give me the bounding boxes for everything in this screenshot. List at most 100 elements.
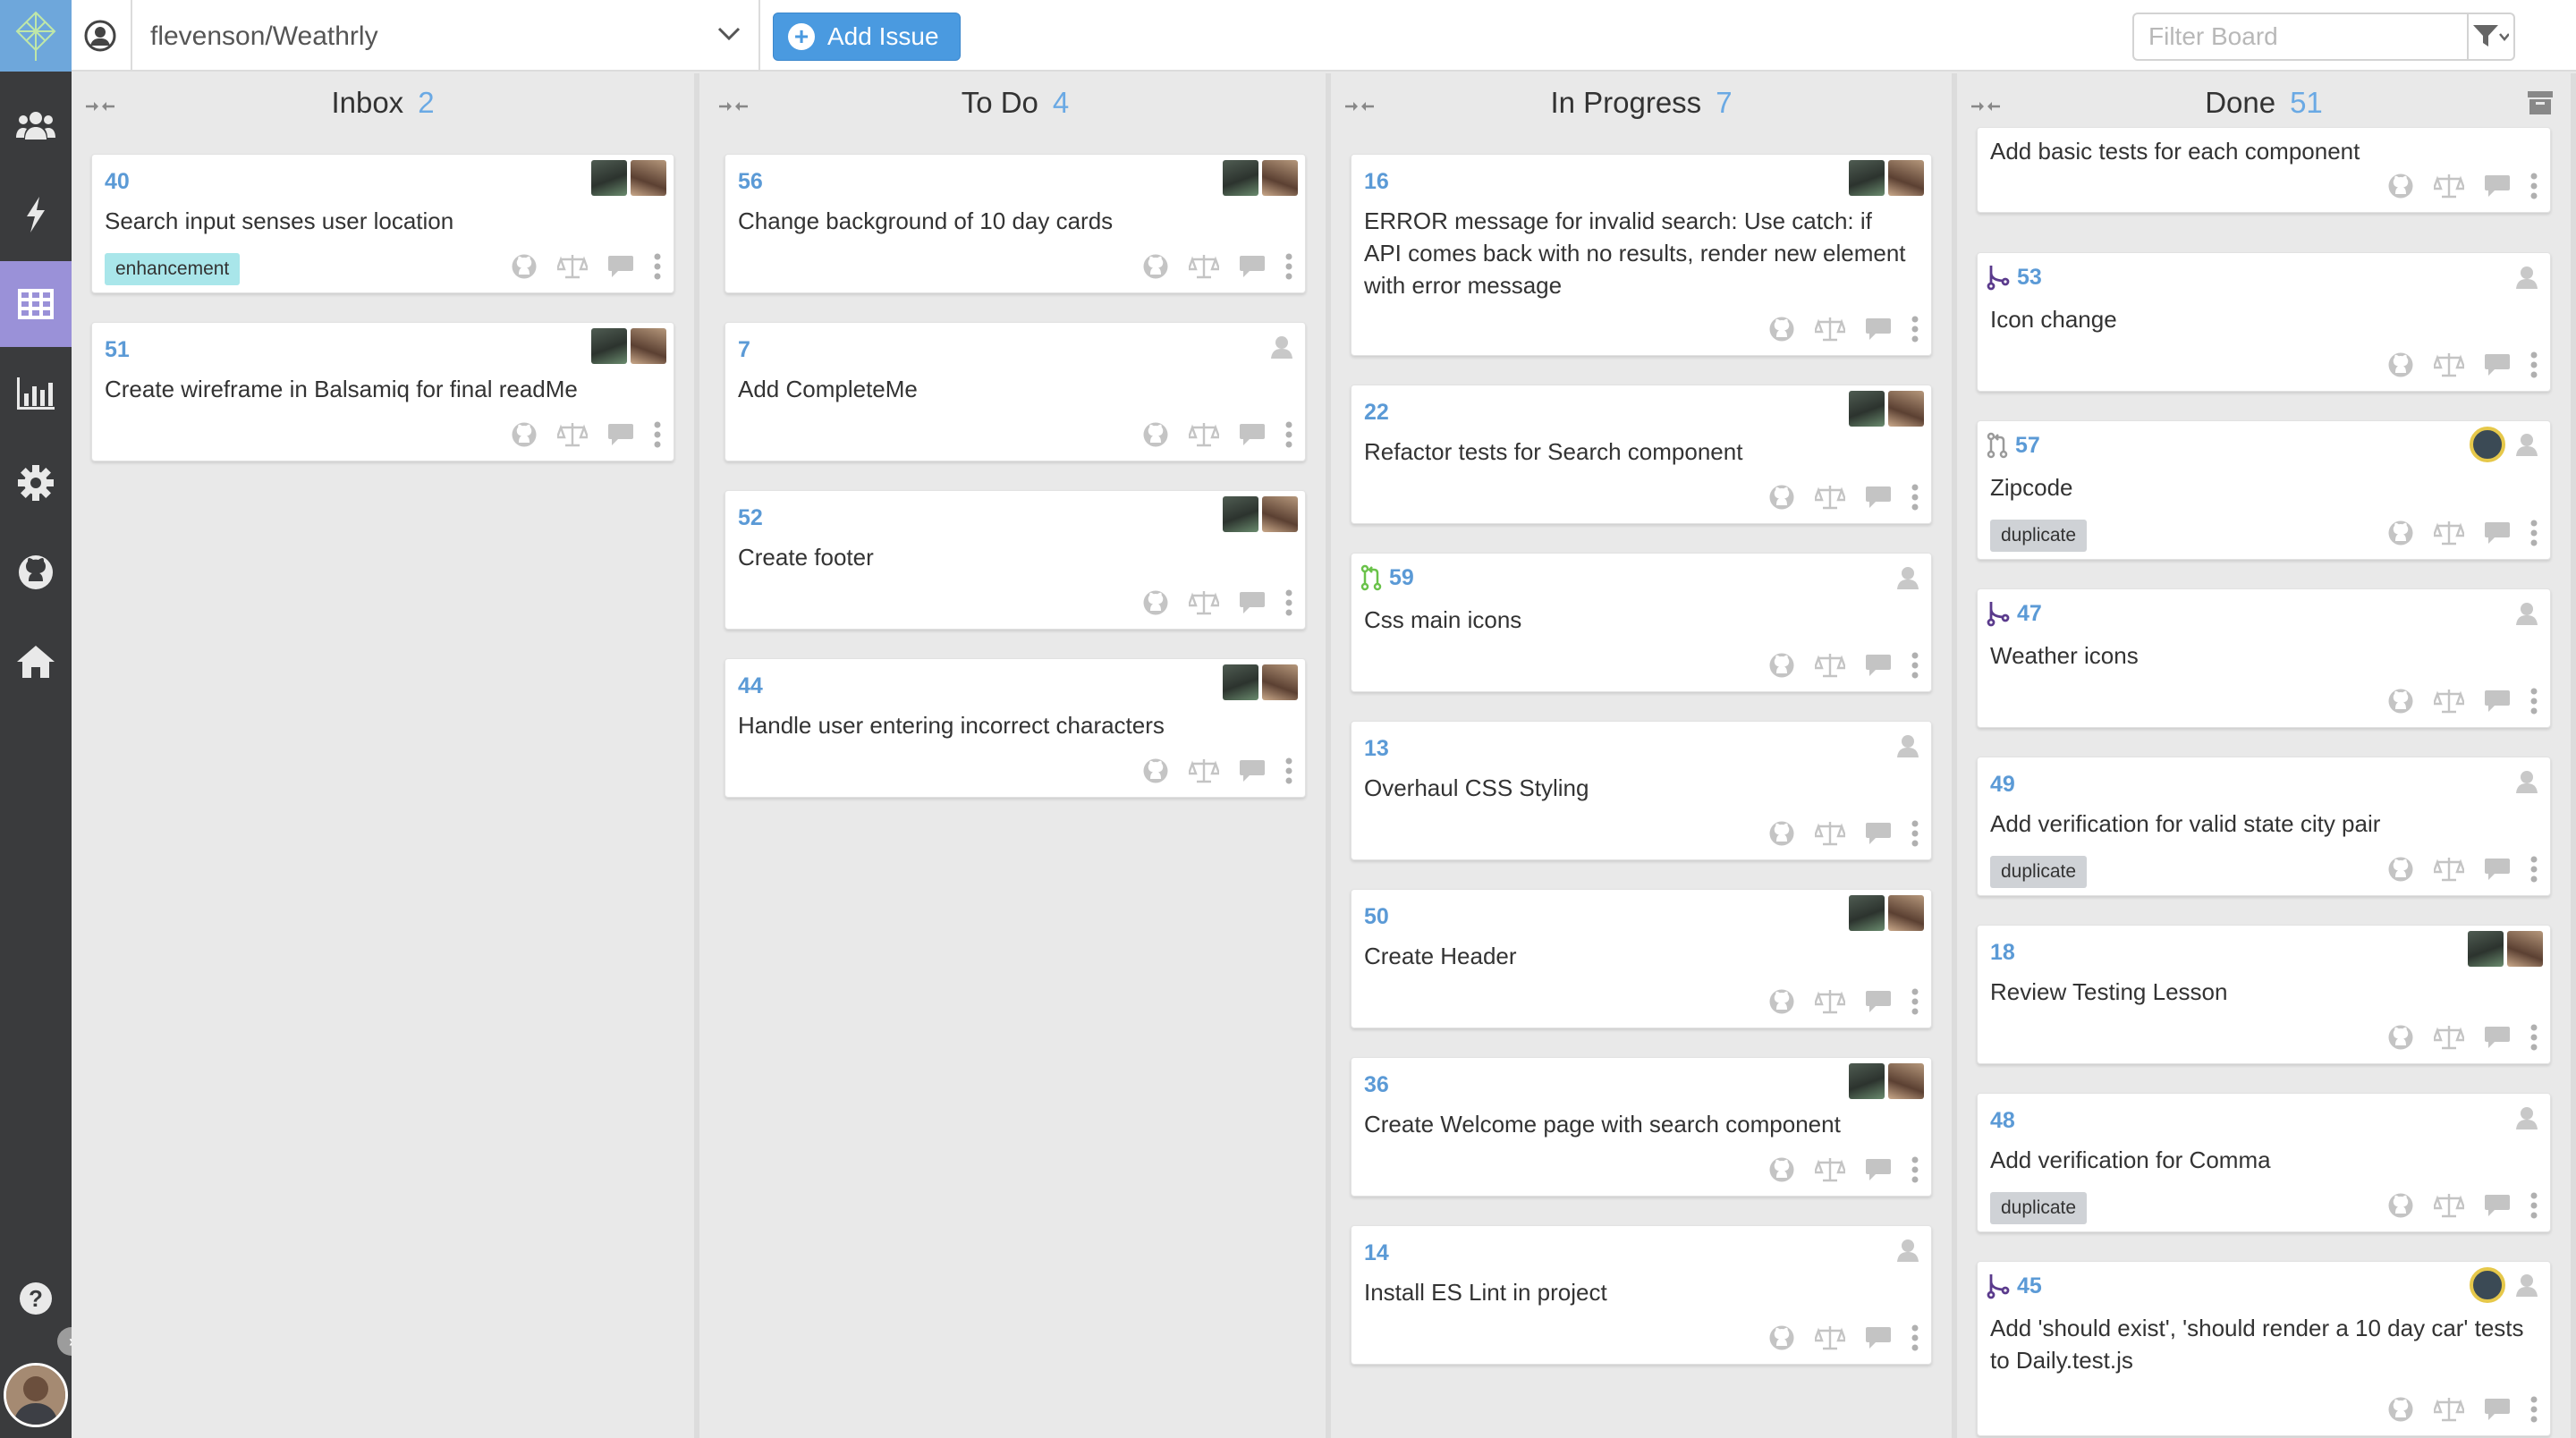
user-circle-icon[interactable] — [84, 20, 116, 52]
estimate-icon[interactable] — [2434, 1024, 2464, 1051]
more-options-icon[interactable] — [1911, 1156, 1919, 1183]
issue-title[interactable]: Review Testing Lesson — [1990, 976, 2532, 1008]
issue-card[interactable]: 47 Weather icons — [1977, 588, 2551, 728]
issue-title[interactable]: ERROR message for invalid search: Use ca… — [1364, 205, 1913, 301]
more-options-icon[interactable] — [2530, 520, 2538, 546]
assignees[interactable] — [1897, 566, 1919, 589]
comment-icon[interactable] — [1239, 758, 1266, 783]
issue-title[interactable]: Weather icons — [1990, 639, 2532, 672]
assignee-placeholder-icon[interactable] — [1271, 335, 1292, 359]
github-icon[interactable] — [1768, 1156, 1795, 1183]
issue-number[interactable]: 16 — [1364, 169, 1389, 195]
estimate-icon[interactable] — [1815, 1324, 1845, 1351]
more-options-icon[interactable] — [2530, 688, 2538, 715]
assignees[interactable] — [2516, 770, 2538, 793]
issue-title[interactable]: Add 'should exist', 'should render a 10 … — [1990, 1312, 2532, 1376]
comment-icon[interactable] — [2484, 520, 2511, 546]
issue-card[interactable]: 22 Refactor tests for Search component — [1351, 385, 1932, 524]
avatar[interactable] — [2470, 1267, 2505, 1303]
issue-title[interactable]: Change background of 10 day cards — [738, 205, 1287, 237]
issue-card[interactable]: 18 Review Testing Lesson — [1977, 925, 2551, 1064]
comment-icon[interactable] — [2484, 1193, 2511, 1218]
comment-icon[interactable] — [1865, 1157, 1892, 1182]
more-options-icon[interactable] — [2530, 1024, 2538, 1051]
issue-card[interactable]: 40 Search input senses user location enhan… — [91, 154, 674, 293]
issue-number[interactable]: 18 — [1990, 940, 2015, 966]
label-duplicate[interactable]: duplicate — [1990, 1192, 2088, 1224]
filter-board-input[interactable] — [2134, 14, 2465, 59]
issue-number[interactable]: 59 — [1360, 564, 1414, 591]
issue-card[interactable]: 45 Add 'should exist', 'should render a 1… — [1977, 1261, 2551, 1436]
assignees[interactable] — [591, 160, 666, 196]
issue-title[interactable]: Add CompleteMe — [738, 373, 1287, 405]
sidebar-item-team[interactable] — [0, 82, 72, 168]
label-enhancement[interactable]: enhancement — [105, 253, 241, 285]
issue-card[interactable]: 59 Css main icons — [1351, 553, 1932, 692]
avatar[interactable] — [1888, 1063, 1924, 1099]
issue-card[interactable]: 50 Create Header — [1351, 889, 1932, 1028]
issue-title[interactable]: Overhaul CSS Styling — [1364, 772, 1913, 804]
estimate-icon[interactable] — [1815, 820, 1845, 847]
comment-icon[interactable] — [1865, 317, 1892, 342]
assignee-placeholder-icon[interactable] — [1897, 1239, 1919, 1262]
assignee-placeholder-icon[interactable] — [2516, 770, 2538, 793]
more-options-icon[interactable] — [1911, 484, 1919, 511]
comment-icon[interactable] — [2484, 857, 2511, 882]
avatar[interactable] — [1888, 895, 1924, 931]
comment-icon[interactable] — [607, 422, 634, 447]
comment-icon[interactable] — [2484, 173, 2511, 199]
more-options-icon[interactable] — [2530, 1396, 2538, 1423]
assignee-placeholder-icon[interactable] — [2516, 1273, 2538, 1297]
issue-number[interactable]: 44 — [738, 673, 763, 699]
more-options-icon[interactable] — [654, 253, 661, 280]
issue-card[interactable]: 7 Add CompleteMe — [724, 322, 1306, 461]
github-icon[interactable] — [1142, 253, 1169, 280]
issue-number[interactable]: 56 — [738, 169, 763, 195]
estimate-icon[interactable] — [1189, 421, 1219, 448]
assignee-placeholder-icon[interactable] — [2516, 266, 2538, 289]
estimate-icon[interactable] — [2434, 173, 2464, 199]
archive-icon[interactable] — [2528, 91, 2553, 114]
assignees[interactable] — [1223, 664, 1298, 700]
issue-card[interactable]: 44 Handle user entering incorrect charact… — [724, 658, 1306, 798]
chevron-down-icon[interactable] — [717, 27, 741, 41]
issue-card[interactable]: 53 Icon change — [1977, 252, 2551, 392]
assignee-placeholder-icon[interactable] — [2516, 602, 2538, 625]
github-icon[interactable] — [511, 421, 538, 448]
issue-card[interactable]: 52 Create footer — [724, 490, 1306, 630]
issue-number[interactable]: 45 — [1987, 1273, 2042, 1299]
github-icon[interactable] — [1142, 589, 1169, 616]
assignees[interactable] — [1223, 496, 1298, 532]
more-options-icon[interactable] — [1285, 421, 1292, 448]
issue-title[interactable]: Search input senses user location — [105, 205, 656, 237]
more-options-icon[interactable] — [1285, 253, 1292, 280]
estimate-icon[interactable] — [1815, 988, 1845, 1015]
github-icon[interactable] — [2387, 856, 2414, 883]
issue-card[interactable]: 56 Change background of 10 day cards — [724, 154, 1306, 293]
sidebar-item-github[interactable] — [0, 529, 72, 615]
issue-number[interactable]: 22 — [1364, 400, 1389, 426]
comment-icon[interactable] — [1239, 422, 1266, 447]
assignees[interactable] — [2468, 931, 2543, 967]
issue-number[interactable]: 50 — [1364, 904, 1389, 930]
github-icon[interactable] — [2387, 520, 2414, 546]
more-options-icon[interactable] — [1911, 652, 1919, 679]
sidebar-item-board[interactable] — [0, 261, 72, 347]
avatar[interactable] — [1849, 1063, 1885, 1099]
avatar[interactable] — [1849, 391, 1885, 427]
github-icon[interactable] — [2387, 1024, 2414, 1051]
issue-title[interactable]: Install ES Lint in project — [1364, 1276, 1913, 1308]
issue-number[interactable]: 57 — [1987, 432, 2040, 459]
assignees[interactable] — [1849, 160, 1924, 196]
filter-button[interactable] — [2467, 14, 2513, 59]
avatar[interactable] — [1849, 895, 1885, 931]
issue-title[interactable]: Zipcode — [1990, 471, 2532, 503]
avatar[interactable] — [631, 160, 666, 196]
issue-card[interactable]: 57 Zipcode duplicate — [1977, 420, 2551, 560]
issue-title[interactable]: Icon change — [1990, 303, 2532, 335]
avatar[interactable] — [2468, 931, 2504, 967]
github-icon[interactable] — [2387, 1396, 2414, 1423]
comment-icon[interactable] — [2484, 1397, 2511, 1422]
avatar[interactable] — [1262, 496, 1298, 532]
more-options-icon[interactable] — [2530, 173, 2538, 199]
